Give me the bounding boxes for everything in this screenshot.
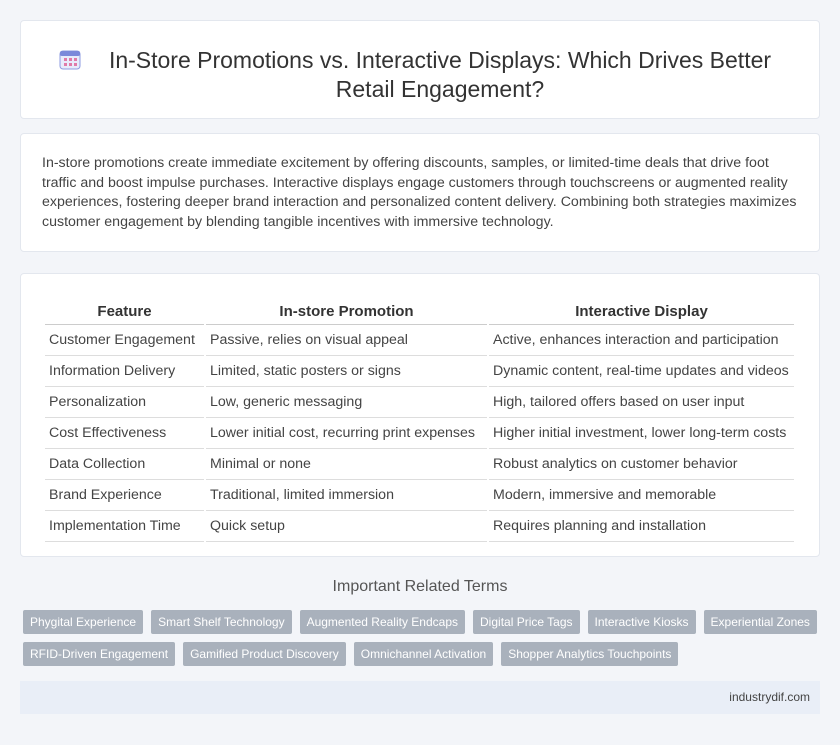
cell-in-store-promotion: Traditional, limited immersion [206,480,487,511]
related-term-tag[interactable]: Gamified Product Discovery [183,642,346,666]
table-header-row: Feature In-store Promotion Interactive D… [45,294,794,325]
related-term-tag[interactable]: Omnichannel Activation [353,642,494,666]
cell-in-store-promotion: Lower initial cost, recurring print expe… [206,418,487,449]
table-row: Customer Engagement Passive, relies on vi… [45,325,794,356]
calendar-icon [59,50,81,70]
cell-feature: Implementation Time [45,511,204,542]
page-title: In-Store Promotions vs. Interactive Disp… [108,47,772,102]
table-row: Information Delivery Limited, static post… [45,356,794,387]
related-term-tag[interactable]: Smart Shelf Technology [151,610,292,634]
comparison-table: Feature In-store Promotion Interactive D… [43,294,796,542]
cell-interactive-display: Modern, immersive and memorable [489,480,794,511]
intro-paragraph: In-store promotions create immediate exc… [42,155,797,230]
column-header-interactive-display: Interactive Display [489,294,794,325]
cell-feature: Personalization [45,387,204,418]
table-row: Data Collection Minimal or none Robust ana… [45,449,794,480]
table-row: Personalization Low, generic messaging Hig… [45,387,794,418]
cell-in-store-promotion: Low, generic messaging [206,387,487,418]
column-header-feature: Feature [45,294,204,325]
cell-in-store-promotion: Quick setup [206,511,487,542]
cell-interactive-display: Robust analytics on customer behavior [489,449,794,480]
cell-interactive-display: Higher initial investment, lower long-te… [489,418,794,449]
cell-feature: Brand Experience [45,480,204,511]
title-card: In-Store Promotions vs. Interactive Disp… [20,20,820,119]
table-row: Implementation Time Quick setup Requires p… [45,511,794,542]
cell-feature: Cost Effectiveness [45,418,204,449]
related-term-tag[interactable]: Interactive Kiosks [587,610,696,634]
cell-interactive-display: Active, enhances interaction and partici… [489,325,794,356]
cell-interactive-display: Requires planning and installation [489,511,794,542]
cell-in-store-promotion: Minimal or none [206,449,487,480]
related-term-tag[interactable]: Digital Price Tags [473,610,580,634]
related-term-tag[interactable]: Phygital Experience [23,610,144,634]
related-term-tag[interactable]: Augmented Reality Endcaps [299,610,466,634]
related-term-tag[interactable]: Experiential Zones [703,610,817,634]
column-header-in-store-promotion: In-store Promotion [206,294,487,325]
footer-site: industrydif.com [729,690,810,704]
table-row: Cost Effectiveness Lower initial cost, re… [45,418,794,449]
cell-interactive-display: Dynamic content, real-time updates and v… [489,356,794,387]
footer: industrydif.com [20,681,820,714]
related-term-tag[interactable]: RFID-Driven Engagement [23,642,176,666]
table-row: Brand Experience Traditional, limited imm… [45,480,794,511]
cell-feature: Information Delivery [45,356,204,387]
intro-card: In-store promotions create immediate exc… [20,133,820,252]
comparison-table-card: Feature In-store Promotion Interactive D… [20,273,820,557]
cell-in-store-promotion: Limited, static posters or signs [206,356,487,387]
cell-in-store-promotion: Passive, relies on visual appeal [206,325,487,356]
cell-interactive-display: High, tailored offers based on user inpu… [489,387,794,418]
related-terms-heading: Important Related Terms [332,578,508,595]
related-term-tag[interactable]: Shopper Analytics Touchpoints [501,642,679,666]
cell-feature: Data Collection [45,449,204,480]
cell-feature: Customer Engagement [45,325,204,356]
related-terms-list: Phygital Experience Smart Shelf Technolog… [23,610,823,666]
